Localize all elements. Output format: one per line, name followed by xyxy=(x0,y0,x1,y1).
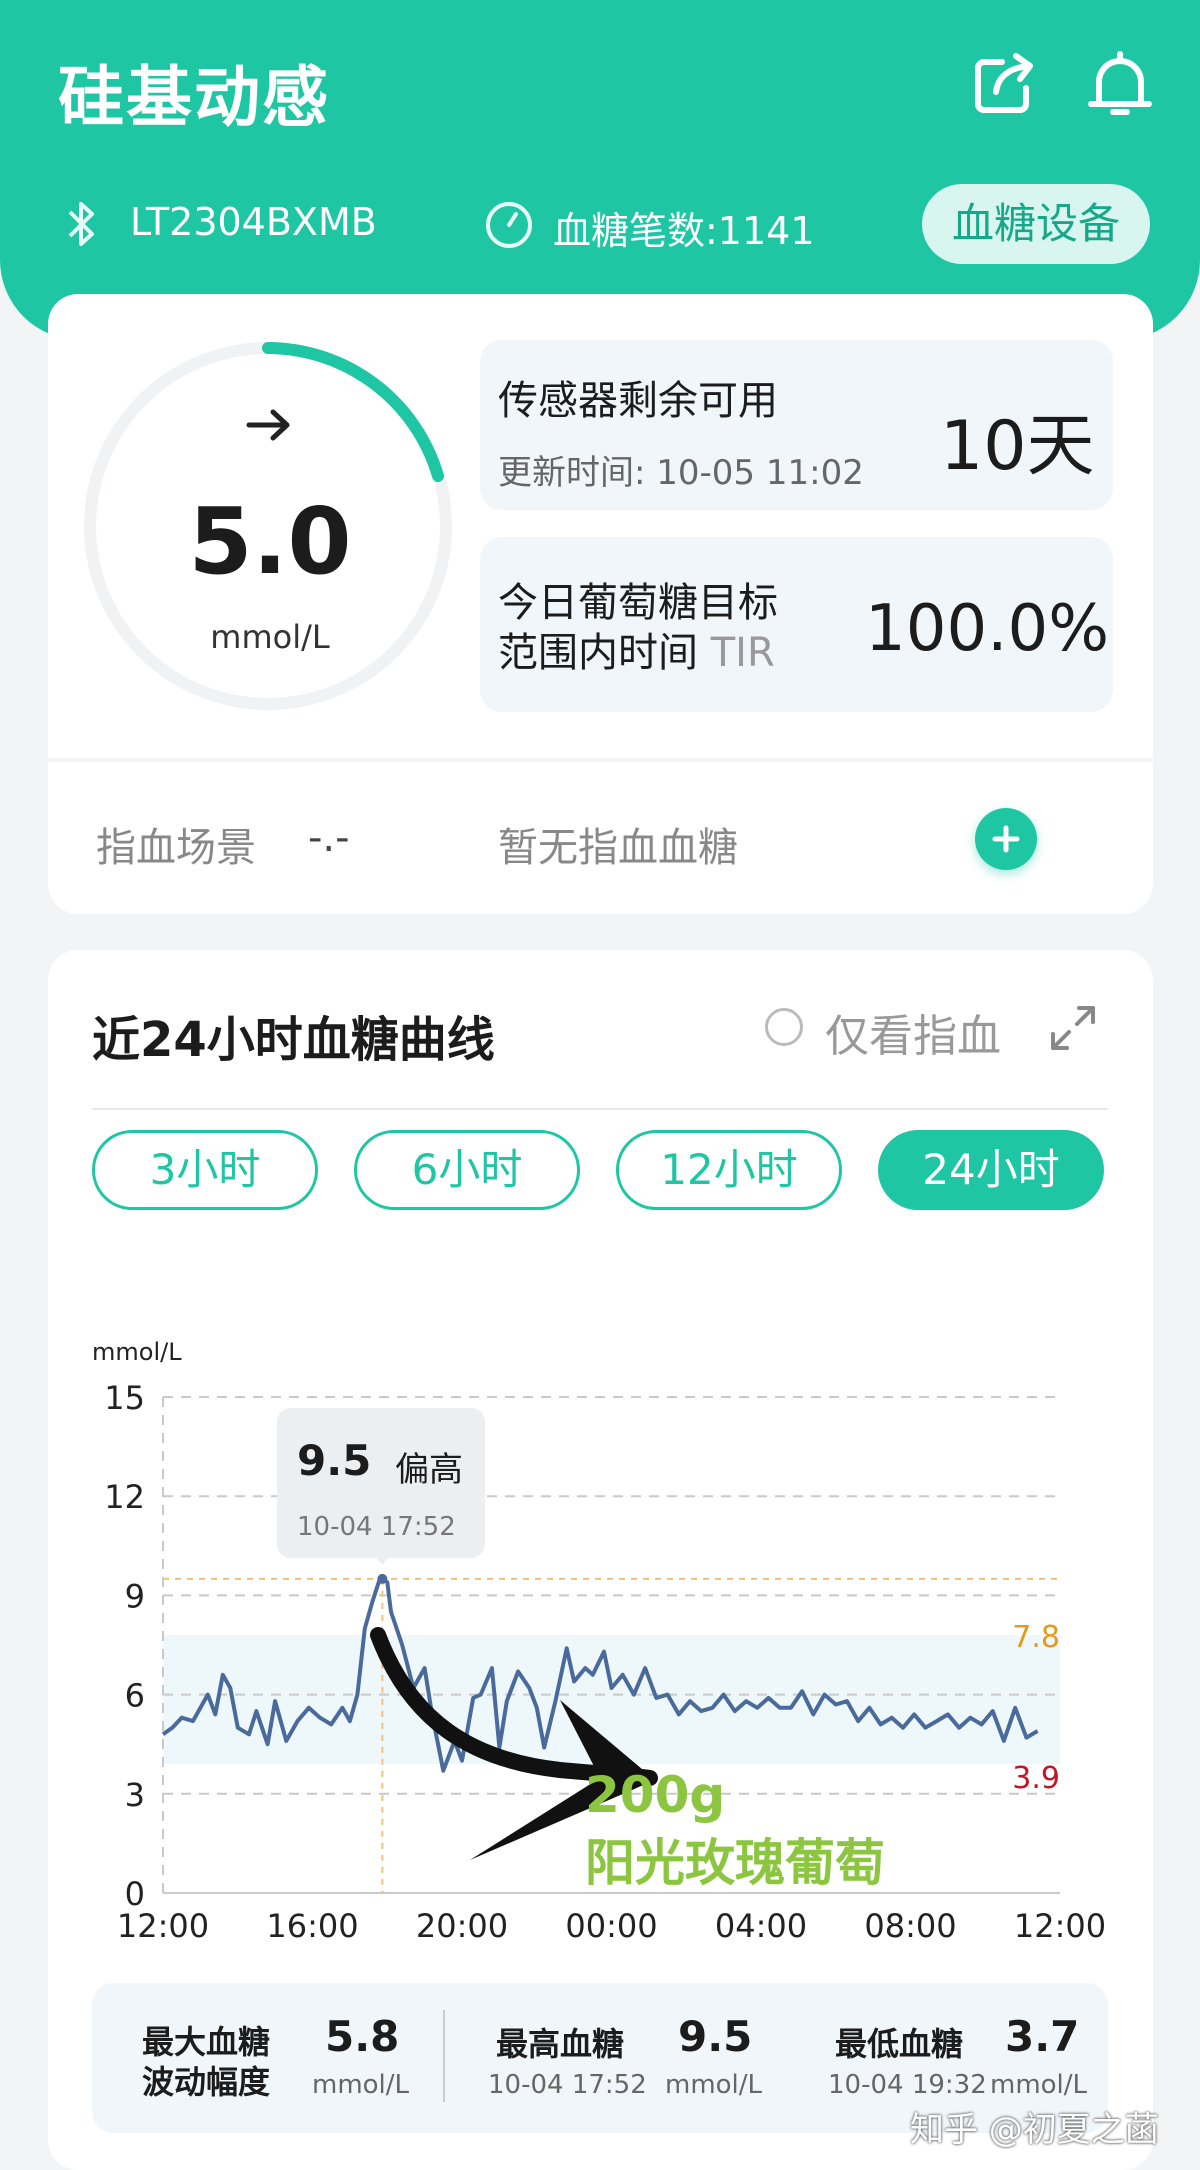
fluctuation-label-line2: 波动幅度 xyxy=(142,2063,271,2101)
finger-blood-value: -.- xyxy=(308,815,350,861)
max-glucose-unit: mmol/L xyxy=(665,2070,763,2100)
tab-6-hours[interactable]: 6小时 xyxy=(354,1130,580,1210)
x-tick-label: 12:00 xyxy=(117,1907,209,1945)
glucose-value: 5.0 xyxy=(188,488,352,595)
finger-only-label[interactable]: 仅看指血 xyxy=(825,1000,1001,1064)
fluctuation-value: 5.8 xyxy=(325,2012,400,2061)
tab-24-hours[interactable]: 24小时 xyxy=(878,1130,1104,1210)
x-tick-label: 20:00 xyxy=(416,1907,508,1945)
tir-label-line1: 今日葡萄糖目标 xyxy=(498,580,778,626)
tab-3-hours[interactable]: 3小时 xyxy=(92,1130,318,1210)
add-finger-blood-button[interactable] xyxy=(975,808,1037,870)
annotation-line2: 阳光玫瑰葡萄 xyxy=(585,1834,885,1892)
y-tick-label: 3 xyxy=(125,1776,145,1814)
min-glucose-value: 3.7 xyxy=(1005,2012,1080,2061)
watermark: 知乎 @初夏之菡 xyxy=(910,2110,1159,2150)
tir-label-text: 范围内时间 xyxy=(498,630,698,676)
plus-icon xyxy=(992,825,1020,853)
y-axis-unit-label: mmol/L xyxy=(92,1338,182,1366)
max-glucose-time: 10-04 17:52 xyxy=(488,2070,647,2100)
x-tick-label: 16:00 xyxy=(266,1907,358,1945)
glucose-unit: mmol/L xyxy=(210,618,330,656)
peak-point xyxy=(377,1573,388,1584)
tir-tag: TIR xyxy=(710,630,775,676)
y-tick-label: 15 xyxy=(104,1379,145,1417)
fluctuation-label: 最大血糖 波动幅度 xyxy=(142,2022,270,2102)
reading-count: 血糖笔数:1141 xyxy=(553,209,815,253)
y-tick-label: 6 xyxy=(125,1677,145,1715)
fluctuation-label-line1: 最大血糖 xyxy=(142,2023,271,2061)
card-divider xyxy=(48,758,1153,762)
min-glucose-label: 最低血糖 xyxy=(835,2025,964,2063)
tab-12-hours[interactable]: 12小时 xyxy=(616,1130,842,1210)
finger-only-radio[interactable] xyxy=(765,1008,803,1046)
min-glucose-unit: mmol/L xyxy=(990,2070,1088,2100)
x-tick-label: 12:00 xyxy=(1014,1907,1106,1945)
x-tick-label: 00:00 xyxy=(565,1907,657,1945)
x-tick-label: 08:00 xyxy=(864,1907,956,1945)
device-id: LT2304BXMB xyxy=(130,200,377,244)
max-glucose-value: 9.5 xyxy=(678,2012,753,2061)
tooltip-status: 偏高 xyxy=(395,1450,463,1490)
y-tick-label: 12 xyxy=(104,1478,145,1516)
glucose-chart: mmol/L 1512963012:00 16:00 20:00 00:00 04:00… xyxy=(92,1338,1106,1945)
tooltip-time: 10-04 17:52 xyxy=(297,1512,456,1542)
finger-blood-empty-text: 暂无指血血糖 xyxy=(498,825,738,871)
sensor-updated-time: 更新时间: 10-05 11:02 xyxy=(498,453,864,493)
tir-label: 今日葡萄糖目标 范围内时间 TIR xyxy=(498,578,778,678)
target-high-label: 7.8 xyxy=(1012,1620,1060,1655)
trend-arrow-right-icon xyxy=(246,409,290,441)
tooltip-value: 9.5 xyxy=(297,1436,372,1485)
stats-divider xyxy=(443,2010,445,2102)
finger-blood-scene-label: 指血场景 xyxy=(96,825,256,871)
x-tick-label: 04:00 xyxy=(715,1907,807,1945)
min-glucose-time: 10-04 19:32 xyxy=(828,2070,987,2100)
target-low-label: 3.9 xyxy=(1012,1761,1060,1796)
bell-icon[interactable] xyxy=(1085,48,1155,118)
annotation-line1: 200g xyxy=(585,1766,725,1824)
tir-label-line2: 范围内时间 TIR xyxy=(498,628,778,678)
curve-title: 近24小时血糖曲线 xyxy=(92,1012,495,1068)
app-title: 硅基动感 xyxy=(58,59,330,136)
bluetooth-icon xyxy=(68,202,94,246)
tir-value: 100.0% xyxy=(865,592,1110,666)
fluctuation-unit: mmol/L xyxy=(312,2070,410,2100)
y-tick-label: 9 xyxy=(125,1577,145,1615)
sensor-days-value: 10天 xyxy=(940,407,1095,486)
sensor-remaining-label: 传感器剩余可用 xyxy=(498,378,778,424)
max-glucose-label: 最高血糖 xyxy=(496,2025,625,2063)
share-icon[interactable] xyxy=(970,48,1040,118)
expand-icon[interactable] xyxy=(1045,1000,1101,1056)
glucose-device-button[interactable]: 血糖设备 xyxy=(922,184,1150,264)
clock-icon xyxy=(486,202,532,248)
curve-title-divider xyxy=(92,1108,1108,1110)
